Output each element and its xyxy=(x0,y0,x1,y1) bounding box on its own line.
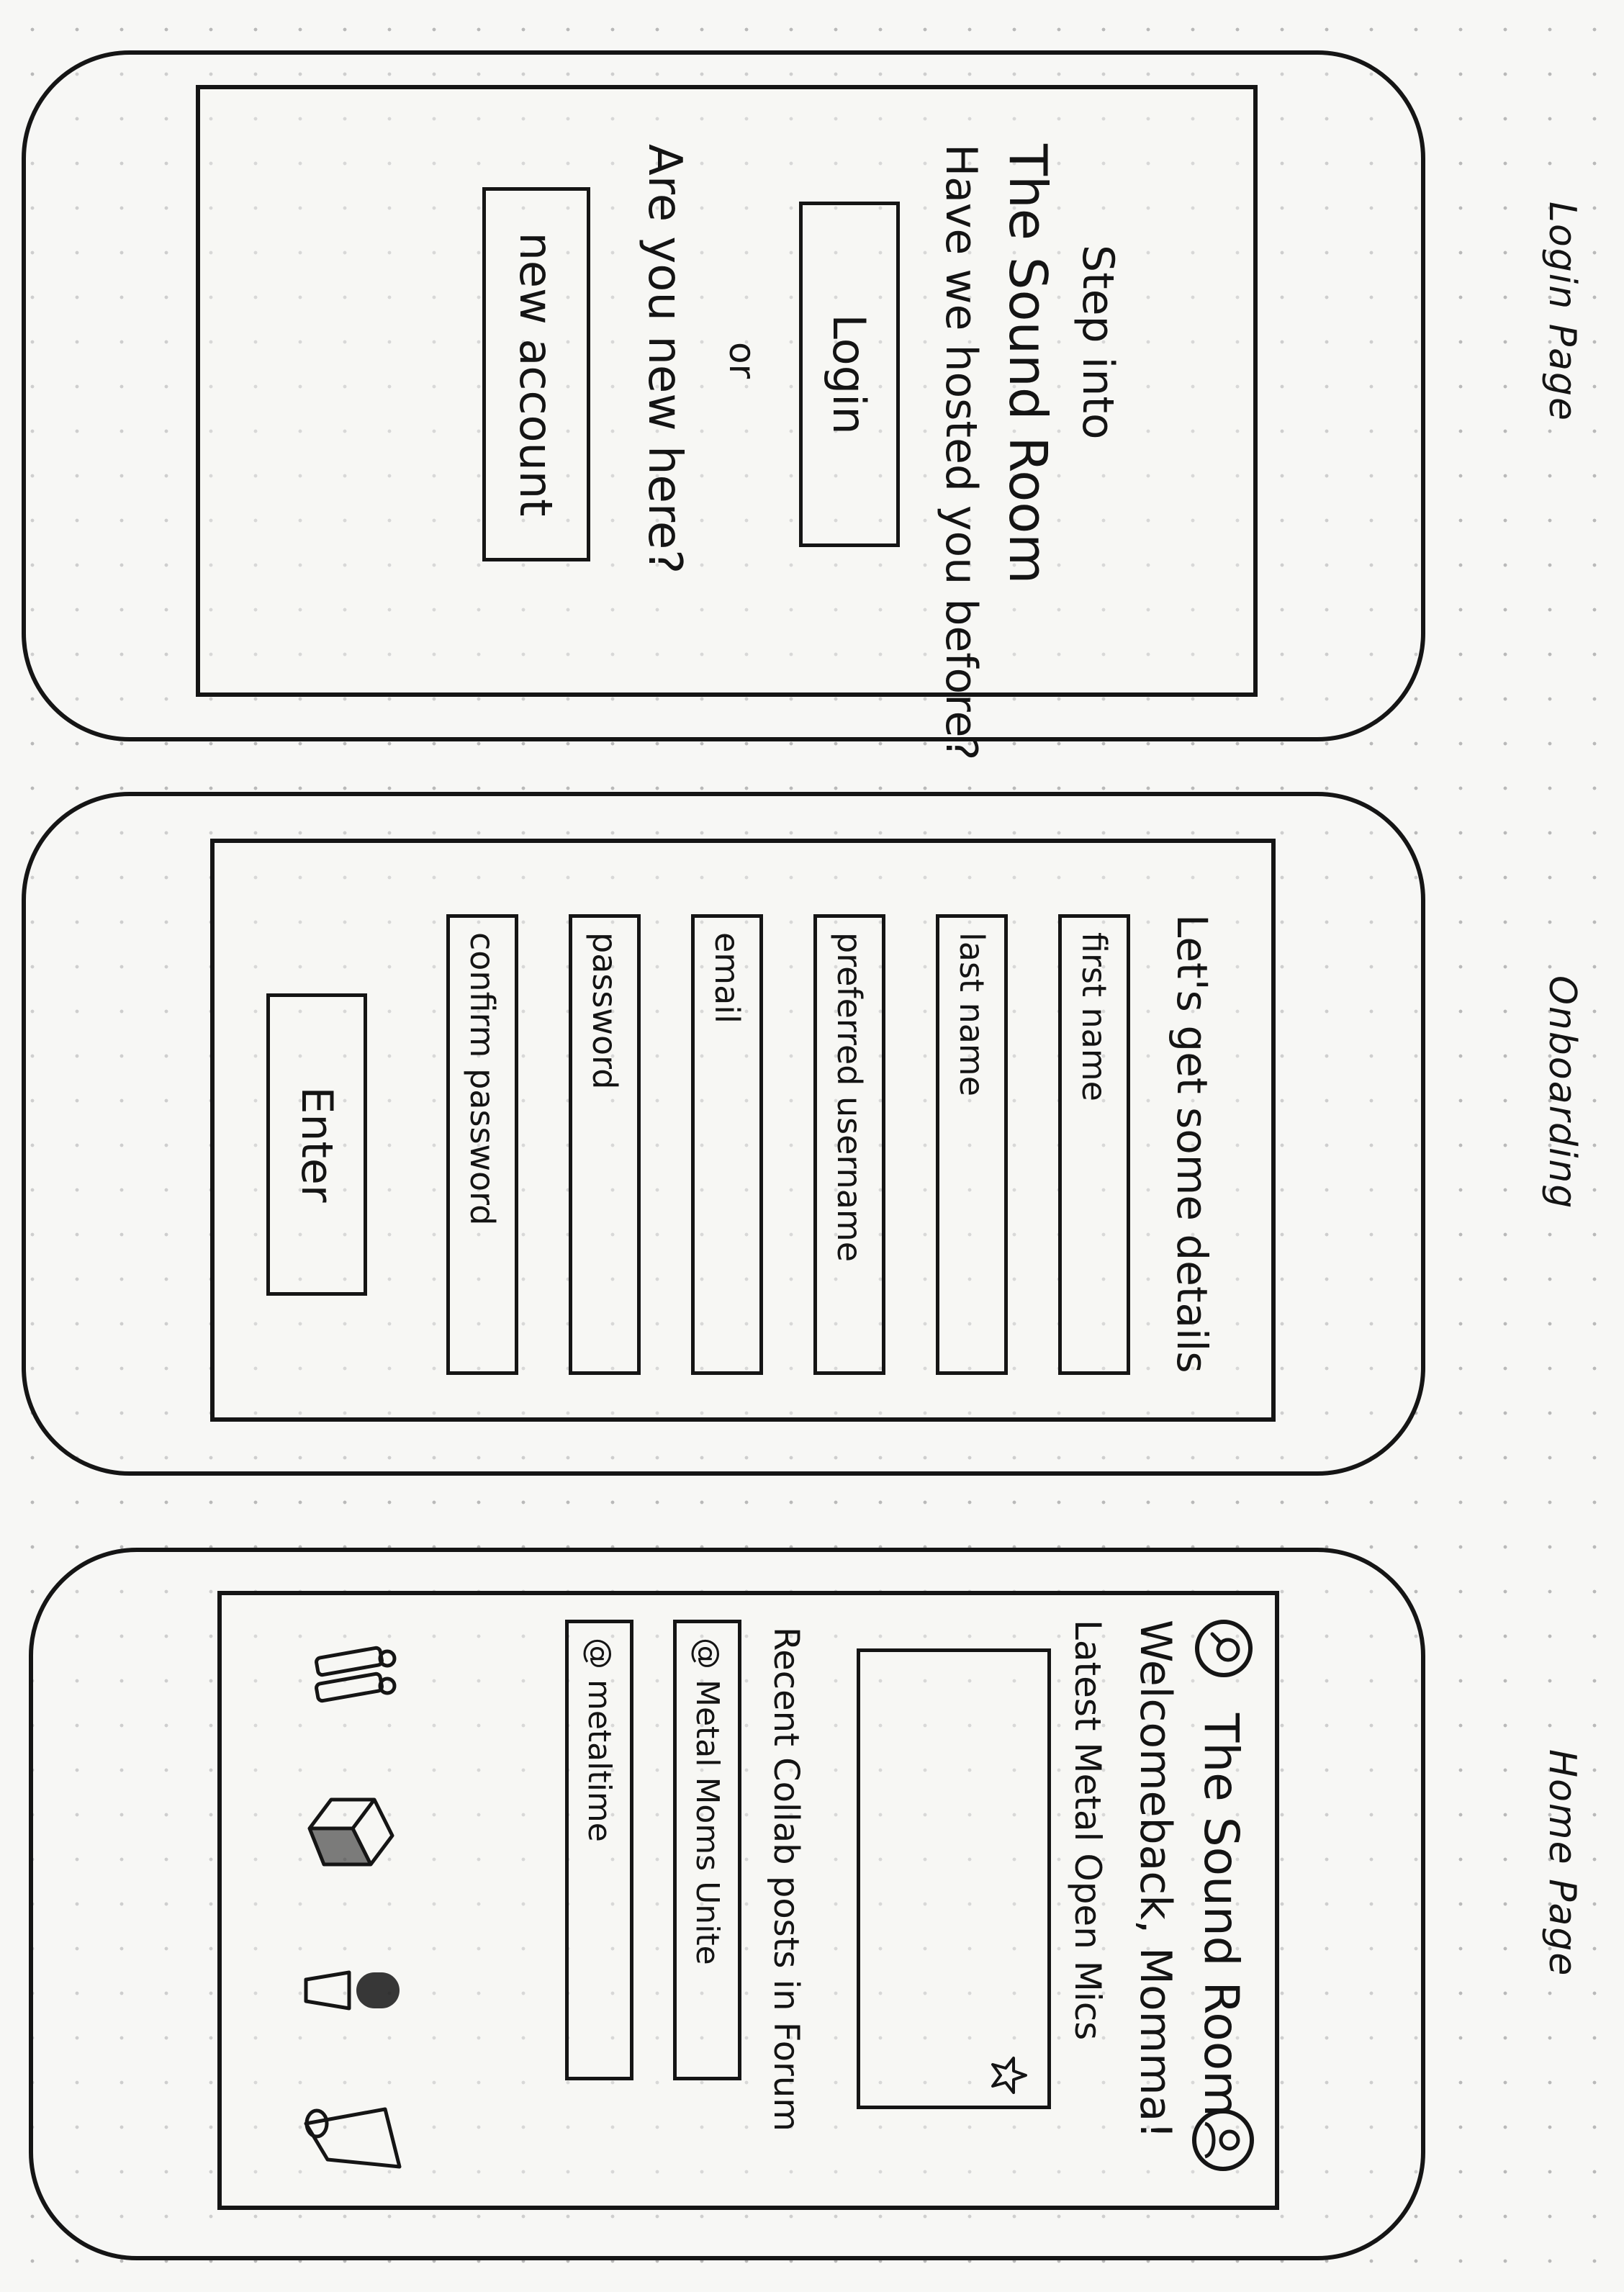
onboarding-content: Let's get some details first name last n… xyxy=(194,871,1231,1389)
open-mic-card[interactable] xyxy=(857,1648,1051,2109)
forum-post-item[interactable]: @ Metal Moms Unite xyxy=(673,1620,741,2080)
new-user-question: Are you new here? xyxy=(638,144,691,574)
sketch-page: Login Page Onboarding Home Page Step int… xyxy=(0,0,1624,2292)
search-icon[interactable] xyxy=(1195,1620,1253,1677)
onboarding-heading: Let's get some details xyxy=(1168,914,1217,1373)
new-account-button[interactable]: new account xyxy=(482,187,590,561)
or-separator: or xyxy=(721,342,763,379)
login-content: Step into The Sound Room Have we hosted … xyxy=(180,101,1224,760)
bottom-nav xyxy=(281,1605,410,2203)
microphone-icon[interactable] xyxy=(299,1951,407,2030)
speaker-icon[interactable] xyxy=(299,2095,407,2181)
password-field[interactable]: password xyxy=(569,914,641,1375)
login-button[interactable]: Login xyxy=(799,202,900,547)
welcome-text: Welcomeback, Momma! xyxy=(1130,1620,1181,2139)
music-box-icon[interactable] xyxy=(302,1785,403,1879)
login-heading-line2: The Sound Room xyxy=(998,144,1058,585)
onboarding-label: Onboarding xyxy=(1540,975,1584,1210)
login-question: Have we hosted you before? xyxy=(936,144,986,761)
preferred-username-field[interactable]: preferred username xyxy=(813,914,885,1375)
profile-icon[interactable] xyxy=(1192,2109,1254,2171)
open-mics-heading: Latest Metal Open Mics xyxy=(1067,1620,1109,2041)
enter-button[interactable]: Enter xyxy=(266,993,367,1296)
guitar-icon[interactable] xyxy=(302,1634,403,1720)
login-heading-line1: Step into xyxy=(1073,245,1123,440)
email-field[interactable]: email xyxy=(691,914,763,1375)
home-content: The Sound Room Welcomeback, Momma! Lates… xyxy=(238,1605,1267,2203)
forum-heading: Recent Collab posts in Forum xyxy=(766,1627,806,2131)
last-name-field[interactable]: last name xyxy=(936,914,1008,1375)
home-page-label: Home Page xyxy=(1540,1749,1584,1977)
forum-post-item[interactable]: @ metaltime xyxy=(565,1620,633,2080)
first-name-field[interactable]: first name xyxy=(1058,914,1130,1375)
login-page-label: Login Page xyxy=(1540,202,1584,422)
home-app-title: The Sound Room xyxy=(1194,1713,1249,2117)
star-icon[interactable] xyxy=(988,2055,1029,2095)
confirm-password-field[interactable]: confirm password xyxy=(446,914,518,1375)
